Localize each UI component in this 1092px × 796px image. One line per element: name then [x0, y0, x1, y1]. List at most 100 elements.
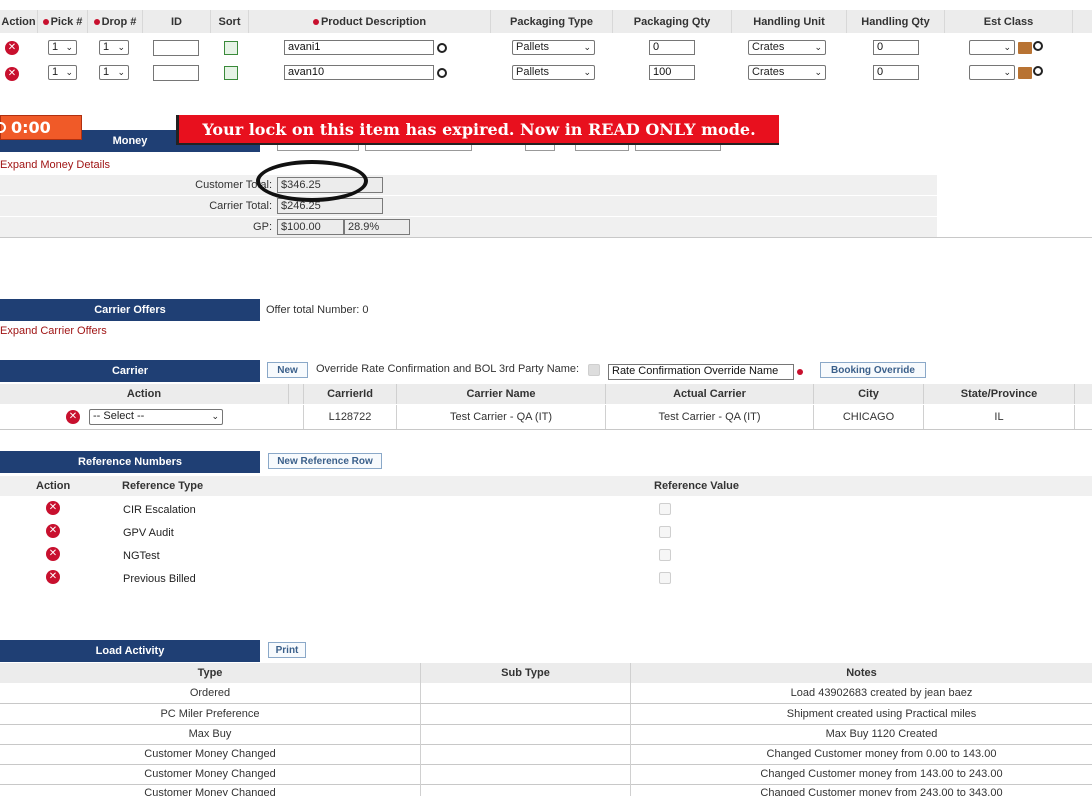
carrier-col-id: CarrierId [303, 384, 397, 404]
activity-type: Customer Money Changed [0, 744, 421, 764]
reference-numbers-title: Reference Numbers [78, 456, 182, 468]
delete-icon[interactable]: ✕ [5, 41, 19, 55]
load-activity-title: Load Activity [95, 645, 165, 657]
delete-icon[interactable]: ✕ [46, 501, 60, 515]
new-carrier-button[interactable]: New [267, 362, 308, 378]
delete-icon[interactable]: ✕ [46, 524, 60, 538]
handling-unit-select[interactable]: Crates ⌄ [748, 40, 826, 55]
chevron-down-icon: ⌄ [65, 42, 73, 52]
packaging-qty-input[interactable]: 100 [649, 65, 695, 80]
packaging-type-select[interactable]: Pallets ⌄ [512, 65, 595, 80]
activity-subtype [421, 784, 631, 796]
handling-unit-value: Crates [752, 66, 785, 78]
lock-timer: 0:00 [0, 115, 82, 140]
delete-icon[interactable]: ✕ [46, 570, 60, 584]
reference-value-checkbox[interactable] [659, 503, 671, 515]
delete-icon[interactable]: ✕ [66, 410, 80, 424]
freight-class-icon[interactable] [1018, 42, 1032, 54]
drop-select[interactable]: 1 ⌄ [99, 40, 129, 55]
col-header-drop: Drop # [88, 10, 143, 33]
chevron-down-icon: ⌄ [583, 67, 591, 77]
reference-value-checkbox[interactable] [659, 526, 671, 538]
load-activity-section-header[interactable]: Load Activity [0, 640, 260, 662]
money-row-bg [0, 175, 937, 195]
id-input[interactable] [153, 40, 199, 56]
expand-money-details-link[interactable]: Expand Money Details [0, 159, 110, 171]
carrier-action-select[interactable]: -- Select -- ⌄ [89, 409, 223, 425]
drop-value: 1 [103, 66, 110, 78]
sort-icon[interactable] [224, 41, 238, 55]
activity-col-type: Type [0, 663, 421, 683]
print-button[interactable]: Print [268, 642, 306, 658]
divider [0, 237, 1092, 238]
pick-select[interactable]: 1 ⌄ [48, 40, 77, 55]
col-header-est-class: Est Class [945, 10, 1073, 33]
search-icon[interactable] [437, 68, 447, 78]
activity-subtype [421, 744, 631, 764]
delete-icon[interactable]: ✕ [46, 547, 60, 561]
activity-notes: Load 43902683 created by jean baez [790, 687, 973, 699]
drop-value: 1 [103, 41, 110, 53]
carrier-col-city: City [814, 384, 924, 404]
chevron-down-icon: ⌄ [1003, 42, 1011, 52]
activity-subtype [421, 724, 631, 744]
reference-type: CIR Escalation [123, 504, 196, 516]
lock-expired-banner: Your lock on this item has expired. Now … [176, 115, 779, 145]
new-reference-row-button[interactable]: New Reference Row [268, 453, 382, 469]
activity-subtype [421, 704, 631, 724]
override-name-input[interactable]: Rate Confirmation Override Name [608, 364, 794, 380]
freight-class-icon[interactable] [1018, 67, 1032, 79]
carrier-total-label: Carrier Total: [209, 200, 272, 212]
carrier-id-cell: L128722 [303, 405, 397, 429]
col-header-pick-label: Pick # [50, 15, 83, 28]
carrier-col-action: Action [0, 384, 289, 404]
col-header-handling-unit: Handling Unit [732, 10, 847, 33]
drop-select[interactable]: 1 ⌄ [99, 65, 129, 80]
expand-carrier-offers-link[interactable]: Expand Carrier Offers [0, 325, 107, 337]
activity-subtype [421, 764, 631, 784]
override-checkbox[interactable] [588, 364, 600, 376]
reference-value-checkbox[interactable] [659, 572, 671, 584]
ref-col-action: Action [36, 480, 71, 492]
ref-col-value: Reference Value [654, 480, 739, 492]
search-icon[interactable] [1033, 66, 1043, 76]
pick-select[interactable]: 1 ⌄ [48, 65, 77, 80]
booking-override-button[interactable]: Booking Override [820, 362, 926, 378]
col-header-action: Action [0, 10, 38, 33]
activity-subtype [421, 683, 631, 703]
activity-type: PC Miler Preference [0, 704, 421, 724]
handling-qty-input[interactable]: 0 [873, 65, 919, 80]
ref-col-type: Reference Type [122, 480, 204, 492]
carrier-action-value: -- Select -- [93, 410, 145, 422]
est-class-select[interactable]: ⌄ [969, 65, 1015, 80]
carrier-offers-section-header[interactable]: Carrier Offers [0, 299, 260, 321]
search-icon[interactable] [1033, 41, 1043, 51]
packaging-type-select[interactable]: Pallets ⌄ [512, 40, 595, 55]
chevron-down-icon: ⌄ [117, 42, 125, 52]
col-header-description: Product Description [249, 10, 491, 33]
description-input[interactable]: avani1 [284, 40, 434, 55]
carrier-offers-title: Carrier Offers [94, 304, 166, 316]
search-icon[interactable] [437, 43, 447, 53]
chevron-down-icon: ⌄ [1003, 67, 1011, 77]
money-section-title: Money [112, 135, 148, 147]
handling-qty-input[interactable]: 0 [873, 40, 919, 55]
delete-icon[interactable]: ✕ [5, 67, 19, 81]
sort-icon[interactable] [224, 66, 238, 80]
gp-label: GP: [253, 221, 272, 233]
description-input[interactable]: avan10 [284, 65, 434, 80]
id-input[interactable] [153, 65, 199, 81]
handling-unit-select[interactable]: Crates ⌄ [748, 65, 826, 80]
activity-type: Max Buy [0, 724, 421, 744]
carrier-section-header[interactable]: Carrier [0, 360, 260, 382]
chevron-down-icon: ⌄ [814, 42, 822, 52]
required-dot-icon [42, 18, 49, 25]
reference-numbers-section-header[interactable]: Reference Numbers [0, 451, 260, 473]
est-class-select[interactable]: ⌄ [969, 40, 1015, 55]
reference-value-checkbox[interactable] [659, 549, 671, 561]
packaging-qty-input[interactable]: 0 [649, 40, 695, 55]
col-header-description-label: Product Description [320, 15, 427, 28]
chevron-down-icon: ⌄ [211, 411, 219, 421]
activity-col-subtype: Sub Type [421, 663, 631, 683]
chevron-down-icon: ⌄ [117, 67, 125, 77]
